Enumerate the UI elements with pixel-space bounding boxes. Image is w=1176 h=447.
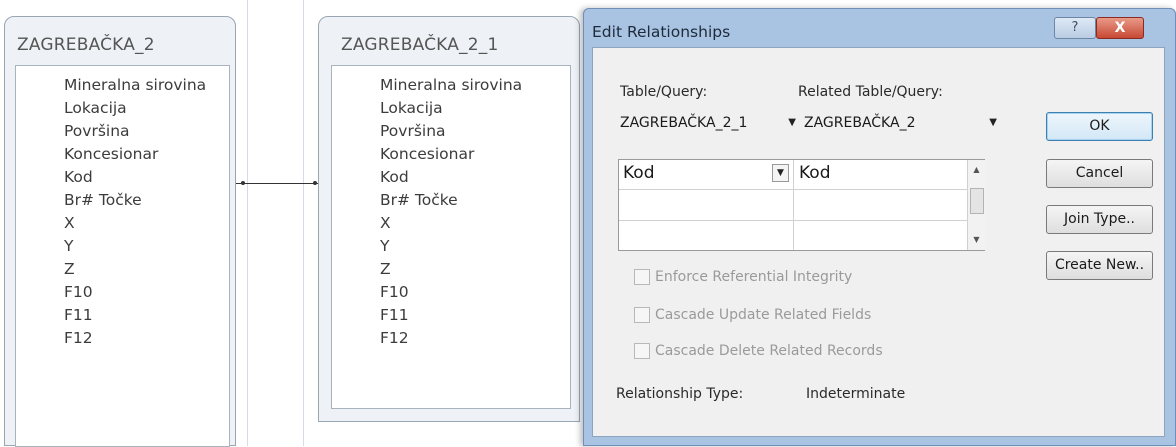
related-table-query-select[interactable]: ZAGREBAČKA_2 ▼	[800, 112, 1001, 136]
primary-field-cell[interactable]	[623, 194, 788, 216]
relationship-endpoint	[241, 181, 245, 185]
table-query-select[interactable]: ZAGREBAČKA_2_1 ▼	[616, 112, 800, 136]
related-field-cell[interactable]: Kod	[799, 163, 831, 183]
table-query-label: Table/Query:	[620, 84, 708, 100]
close-icon: X	[1114, 20, 1126, 36]
scroll-up-icon[interactable]: ▲	[968, 162, 985, 178]
table-title[interactable]: ZAGREBAČKA_2	[17, 35, 155, 55]
field-item[interactable]: F10	[64, 281, 206, 304]
field-item[interactable]: Kod	[64, 166, 206, 189]
relationship-endpoint	[313, 181, 317, 185]
field-item[interactable]: Z	[380, 258, 522, 281]
grid-scrollbar[interactable]: ▲ ▼	[967, 160, 985, 250]
field-item[interactable]: Koncesionar	[380, 143, 522, 166]
table-query-value: ZAGREBAČKA_2_1	[620, 115, 748, 131]
related-table-query-value: ZAGREBAČKA_2	[804, 115, 916, 131]
field-item[interactable]: Y	[380, 235, 522, 258]
field-item[interactable]: F12	[64, 327, 206, 350]
field-item[interactable]: Br# Točke	[64, 189, 206, 212]
edit-relationships-dialog: Edit Relationships ? X Table/Query: Rela…	[583, 8, 1176, 446]
related-table-query-label: Related Table/Query:	[798, 84, 943, 100]
table-title[interactable]: ZAGREBAČKA_2_1	[341, 35, 498, 55]
relationship-type-label: Relationship Type:	[616, 386, 744, 402]
field-list-box[interactable]: Mineralna sirovina Lokacija Površina Kon…	[15, 65, 230, 447]
primary-field-cell[interactable]	[623, 224, 788, 246]
field-item[interactable]: Lokacija	[64, 97, 206, 120]
chevron-down-icon: ▼	[989, 117, 997, 128]
ok-button[interactable]: OK	[1046, 112, 1153, 141]
checkbox-box[interactable]	[634, 269, 650, 285]
chevron-down-icon[interactable]: ▼	[772, 164, 789, 182]
grid-line	[303, 0, 304, 446]
related-field-cell[interactable]	[799, 224, 959, 246]
field-item[interactable]: Koncesionar	[64, 143, 206, 166]
grid-divider	[619, 220, 967, 221]
enforce-referential-integrity-checkbox[interactable]: Enforce Referential Integrity	[634, 269, 852, 285]
field-item[interactable]: Mineralna sirovina	[380, 74, 522, 97]
table-zagrebacka-2[interactable]: ZAGREBAČKA_2 Mineralna sirovina Lokacija…	[4, 16, 236, 447]
field-item[interactable]: F12	[380, 327, 522, 350]
related-field-cell[interactable]	[799, 194, 959, 216]
field-item[interactable]: F10	[380, 281, 522, 304]
scroll-thumb[interactable]	[970, 188, 984, 214]
cascade-delete-checkbox[interactable]: Cascade Delete Related Records	[634, 343, 883, 359]
field-item[interactable]: F11	[64, 304, 206, 327]
field-item[interactable]: Kod	[380, 166, 522, 189]
cancel-button[interactable]: Cancel	[1046, 159, 1153, 188]
checkbox-box[interactable]	[634, 307, 650, 323]
help-icon: ?	[1071, 20, 1079, 35]
field-item[interactable]: X	[64, 212, 206, 235]
grid-divider	[793, 160, 794, 250]
create-new-button[interactable]: Create New..	[1046, 251, 1153, 280]
relationship-type-value: Indeterminate	[806, 386, 906, 402]
field-item[interactable]: Površina	[64, 120, 206, 143]
field-item[interactable]: Y	[64, 235, 206, 258]
checkbox-label: Cascade Update Related Fields	[655, 307, 872, 323]
help-button[interactable]: ?	[1054, 17, 1096, 39]
grid-line	[247, 0, 248, 446]
cascade-update-checkbox[interactable]: Cascade Update Related Fields	[634, 307, 871, 323]
field-mapping-grid[interactable]: Kod ▼ Kod ▲ ▼	[618, 159, 985, 251]
field-item[interactable]: Z	[64, 258, 206, 281]
grid-divider	[619, 189, 967, 190]
field-item[interactable]: Površina	[380, 120, 522, 143]
close-button[interactable]: X	[1096, 17, 1144, 39]
dialog-title: Edit Relationships	[592, 23, 731, 41]
dialog-content: Table/Query: Related Table/Query: ZAGREB…	[592, 47, 1165, 437]
field-item[interactable]: Br# Točke	[380, 189, 522, 212]
checkbox-box[interactable]	[634, 343, 650, 359]
checkbox-label: Cascade Delete Related Records	[655, 343, 883, 359]
table-zagrebacka-2-1[interactable]: ZAGREBAČKA_2_1 Mineralna sirovina Lokaci…	[318, 16, 580, 422]
relationship-line[interactable]	[236, 183, 319, 184]
checkbox-label: Enforce Referential Integrity	[655, 269, 853, 285]
field-item[interactable]: X	[380, 212, 522, 235]
join-type-button[interactable]: Join Type..	[1046, 205, 1153, 234]
field-item[interactable]: Lokacija	[380, 97, 522, 120]
scroll-down-icon[interactable]: ▼	[968, 232, 985, 248]
field-item[interactable]: Mineralna sirovina	[64, 74, 206, 97]
field-list: Mineralna sirovina Lokacija Površina Kon…	[380, 74, 522, 350]
field-list-box[interactable]: Mineralna sirovina Lokacija Površina Kon…	[331, 65, 571, 409]
field-list: Mineralna sirovina Lokacija Površina Kon…	[64, 74, 206, 350]
primary-field-cell[interactable]: Kod	[623, 163, 655, 183]
field-item[interactable]: F11	[380, 304, 522, 327]
chevron-down-icon: ▼	[788, 117, 796, 128]
